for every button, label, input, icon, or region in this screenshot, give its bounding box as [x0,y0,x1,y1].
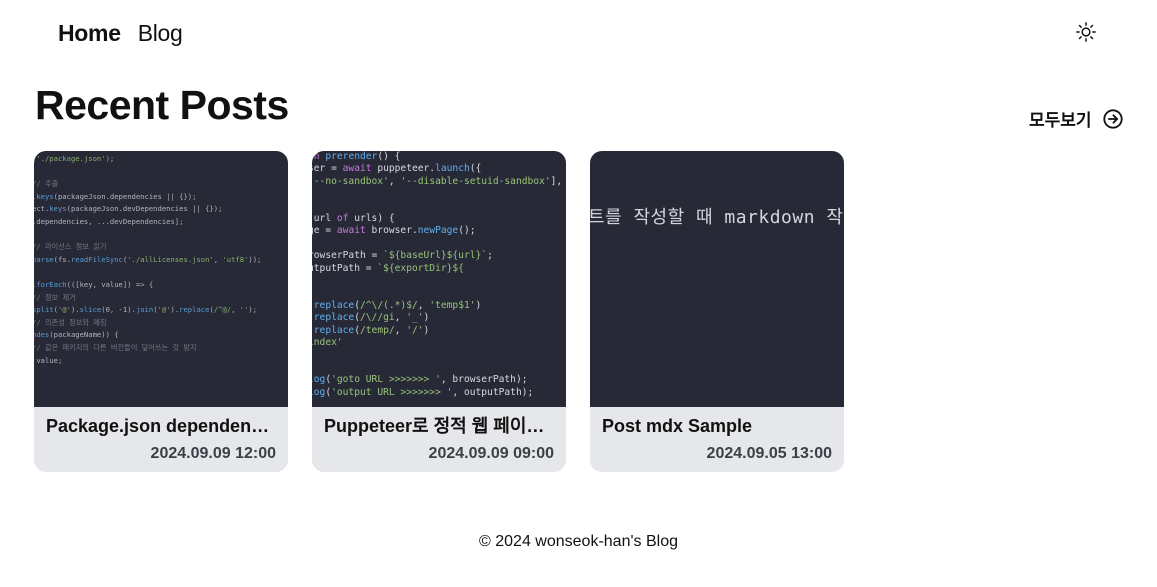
post-card-body: Package.json dependencies 2024.09.09 12:… [34,407,288,463]
theme-toggle-button[interactable] [1073,19,1099,45]
post-card-body: Puppeteer로 정적 웹 페이지 만들기 2024.09.09 09:00 [312,407,566,463]
post-date: 2024.09.09 09:00 [428,445,554,462]
post-card[interactable]: on prerender() { ser = await puppeteer.l… [312,151,566,472]
sun-icon [1076,22,1096,42]
top-nav: Home Blog [58,20,183,47]
view-all-label: 모두보기 [1029,111,1092,130]
post-card-list: ('./package.json'); // 추출 .keys(packageJ… [34,151,844,472]
post-card[interactable]: ('./package.json'); // 추출 .keys(packageJ… [34,151,288,472]
view-all-link[interactable]: 모두보기 [1029,106,1124,131]
post-title: Puppeteer로 정적 웹 페이지 만들기 [324,416,554,436]
nav-home-link[interactable]: Home [58,20,121,47]
post-date: 2024.09.09 12:00 [150,445,276,462]
post-title: Post mdx Sample [602,416,753,436]
post-card-body: Post mdx Sample 2024.09.05 13:00 [590,407,844,463]
post-thumbnail: on prerender() { ser = await puppeteer.l… [312,151,566,407]
footer-copyright: © 2024 wonseok-han's Blog [479,533,678,550]
post-title: Package.json dependencies [46,416,276,436]
post-thumbnail: 트를 작성할 때 markdown 작성 [590,151,844,407]
post-card[interactable]: 트를 작성할 때 markdown 작성 Post mdx Sample 202… [590,151,844,472]
nav-blog-link[interactable]: Blog [138,20,183,47]
post-date: 2024.09.05 13:00 [706,445,832,462]
section-title: Recent Posts [35,82,289,128]
post-thumbnail: ('./package.json'); // 추출 .keys(packageJ… [34,151,288,407]
arrow-right-circle-icon [1102,108,1123,129]
